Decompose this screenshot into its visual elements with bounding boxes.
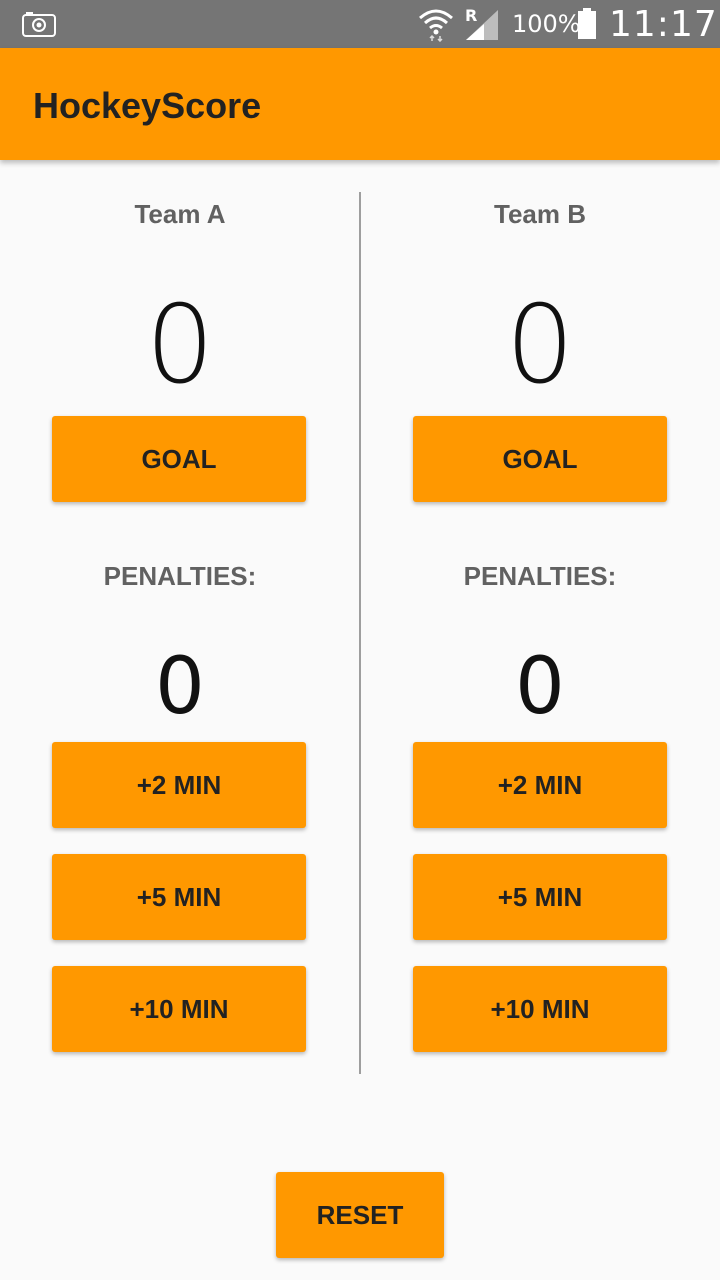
team-a-penalties-label: PENALTIES:	[103, 561, 257, 591]
team-a-plus2-button[interactable]: +2 MIN	[52, 742, 306, 828]
battery-icon	[578, 8, 596, 39]
app-title: HockeyScore	[33, 85, 262, 126]
roaming-indicator: R	[465, 6, 477, 25]
screen: R 100% 11:17 HockeyScore Team A 0 GOAL P…	[0, 0, 720, 1280]
team-b-column: Team B 0 GOAL PENALTIES: 0 +2 MIN +5 MIN…	[360, 160, 720, 1080]
signal-icon: R	[465, 6, 498, 40]
status-bar: R 100% 11:17	[0, 0, 720, 48]
wifi-icon	[419, 9, 453, 42]
team-b-plus5-button[interactable]: +5 MIN	[413, 854, 667, 940]
team-a-plus5-button[interactable]: +5 MIN	[52, 854, 306, 940]
app-bar: HockeyScore	[0, 48, 720, 160]
status-clock: 11:17	[609, 4, 718, 45]
team-a-goal-button[interactable]: GOAL	[52, 416, 306, 502]
team-a-plus10-button[interactable]: +10 MIN	[52, 966, 306, 1052]
team-a-penalties-count: 0	[155, 642, 205, 732]
team-b-plus2-button[interactable]: +2 MIN	[413, 742, 667, 828]
team-b-penalties-label: PENALTIES:	[463, 561, 617, 591]
team-b-penalties-count: 0	[515, 642, 565, 732]
camera-icon	[22, 12, 56, 37]
team-b-goal-button[interactable]: GOAL	[413, 416, 667, 502]
team-a-score: 0	[145, 283, 215, 408]
reset-button[interactable]: RESET	[276, 1172, 444, 1258]
team-b-score: 0	[505, 283, 575, 408]
battery-percent: 100%	[512, 10, 581, 38]
team-a-name: Team A	[134, 199, 226, 229]
team-a-column: Team A 0 GOAL PENALTIES: 0 +2 MIN +5 MIN…	[0, 160, 360, 1080]
team-b-plus10-button[interactable]: +10 MIN	[413, 966, 667, 1052]
team-b-name: Team B	[494, 199, 586, 229]
